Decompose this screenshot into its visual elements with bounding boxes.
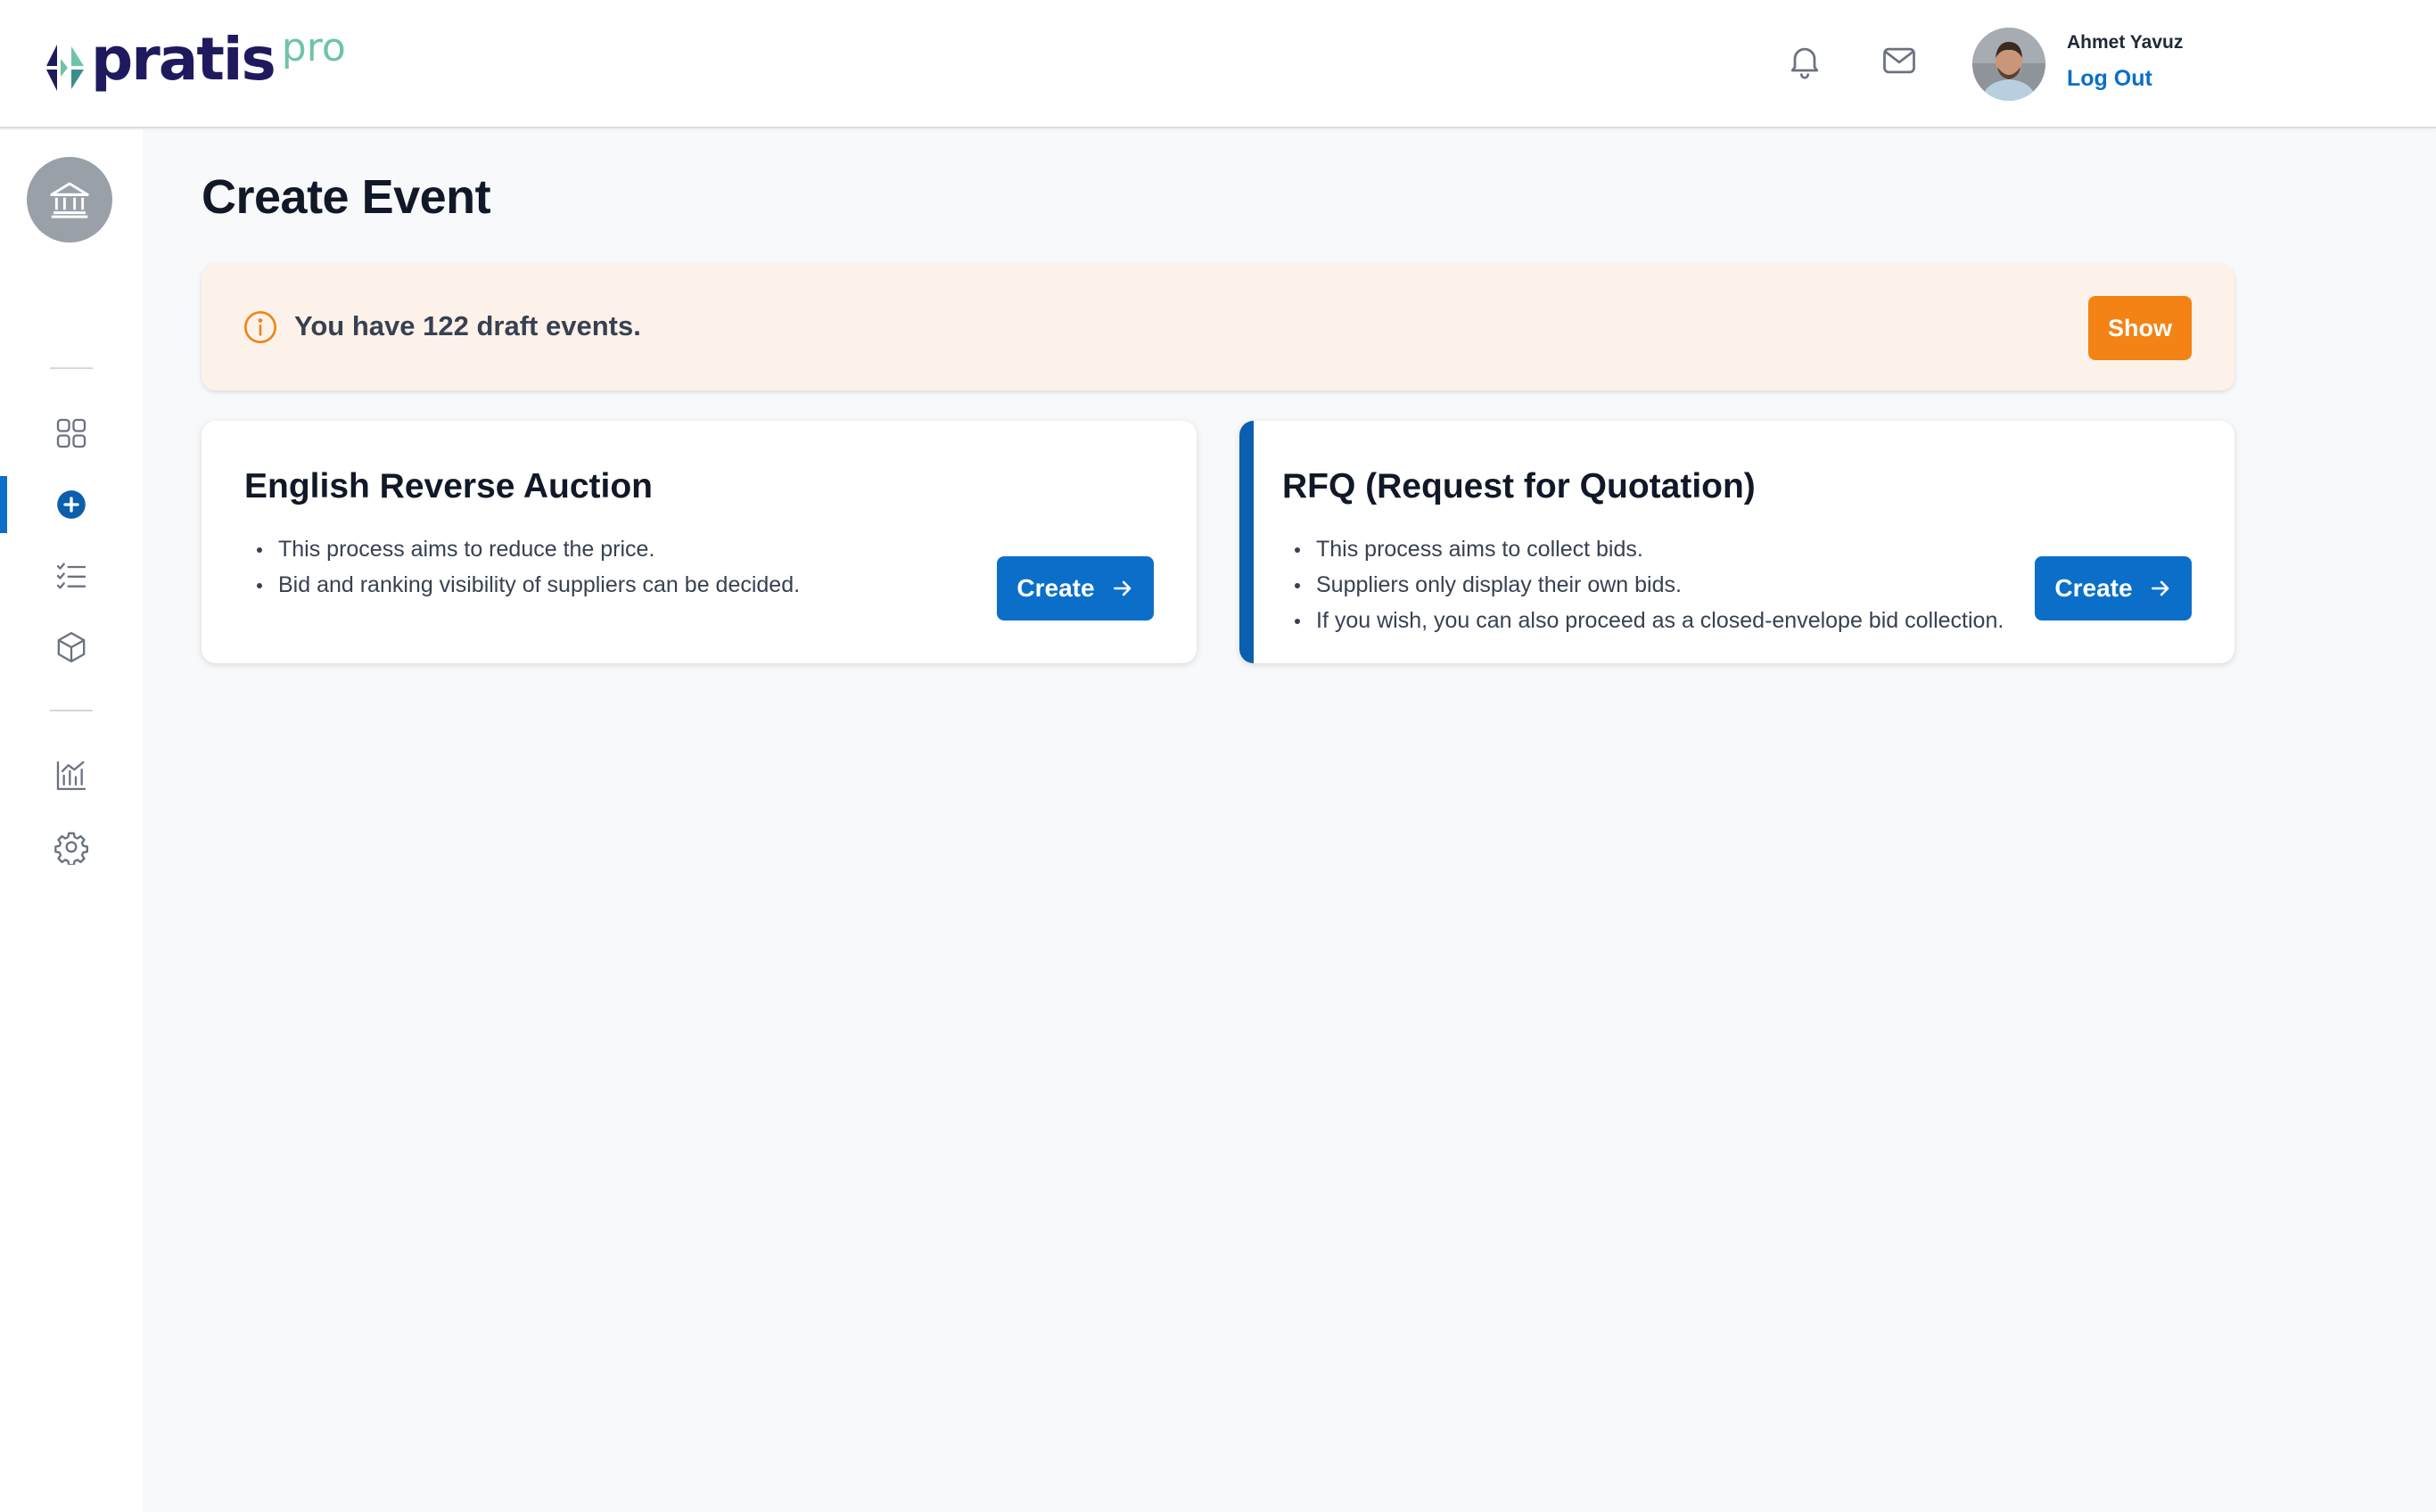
avatar[interactable] xyxy=(1972,28,2045,101)
box-icon xyxy=(57,632,86,662)
logout-link[interactable]: Log Out xyxy=(2067,66,2152,92)
create-button-label: Create xyxy=(1016,574,1095,602)
draft-events-banner: You have 122 draft events. Show xyxy=(202,264,2234,390)
list-item: This process aims to collect bids. xyxy=(1282,531,2004,567)
organization-badge[interactable] xyxy=(27,157,112,242)
arrow-right-icon xyxy=(1113,580,1132,596)
page-title: Create Event xyxy=(202,170,491,224)
list-item: This process aims to reduce the price. xyxy=(244,531,800,567)
list-item: Bid and ranking visibility of suppliers … xyxy=(244,567,800,603)
pratis-pro-logo[interactable]: pratis pro xyxy=(45,27,346,96)
create-button-label: Create xyxy=(2054,574,2133,602)
sidebar-item-reports[interactable] xyxy=(0,747,143,804)
plus-circle-icon xyxy=(57,490,86,519)
logo-pro-label: pro xyxy=(281,25,346,70)
list-item: Suppliers only display their own bids. xyxy=(1282,567,2004,603)
create-auction-button[interactable]: Create xyxy=(997,556,1154,620)
user-name: Ahmet Yavuz xyxy=(2067,32,2184,53)
logo-mark-icon xyxy=(46,45,84,91)
show-drafts-button[interactable]: Show xyxy=(2088,296,2192,360)
sidebar-item-dashboard[interactable] xyxy=(0,405,143,462)
sidebar-divider xyxy=(50,710,93,711)
list-item: If you wish, you can also proceed as a c… xyxy=(1282,603,2004,638)
sidebar-item-tasks[interactable] xyxy=(0,547,143,604)
card-bullets: This process aims to reduce the price. B… xyxy=(244,531,800,603)
event-type-card-auction[interactable]: English Reverse Auction This process aim… xyxy=(202,421,1197,663)
card-title: RFQ (Request for Quotation) xyxy=(1282,467,1756,505)
gear-icon xyxy=(54,832,88,865)
dashboard-grid-icon xyxy=(56,418,86,448)
draft-events-message: You have 122 draft events. xyxy=(294,310,641,341)
card-title: English Reverse Auction xyxy=(244,467,654,505)
checklist-icon xyxy=(56,563,86,589)
arrow-right-icon xyxy=(2151,580,2169,596)
bank-icon xyxy=(50,182,89,218)
create-rfq-button[interactable]: Create xyxy=(2035,556,2192,620)
sidebar-item-create-event[interactable] xyxy=(0,476,143,533)
sidebar-item-settings[interactable] xyxy=(0,818,143,875)
logo-wordmark: pratis xyxy=(91,25,276,94)
info-icon xyxy=(244,311,276,343)
sidebar xyxy=(0,130,143,1512)
sidebar-item-products[interactable] xyxy=(0,619,143,676)
bell-icon[interactable] xyxy=(1785,41,1824,80)
event-type-card-rfq[interactable]: RFQ (Request for Quotation) This process… xyxy=(1239,421,2234,663)
top-header: pratis pro Ahmet Yavuz Log Out xyxy=(0,0,2436,128)
card-bullets: This process aims to collect bids. Suppl… xyxy=(1282,531,2004,638)
sidebar-divider xyxy=(50,367,93,369)
chart-icon xyxy=(56,760,86,791)
mail-icon[interactable] xyxy=(1880,41,1919,80)
